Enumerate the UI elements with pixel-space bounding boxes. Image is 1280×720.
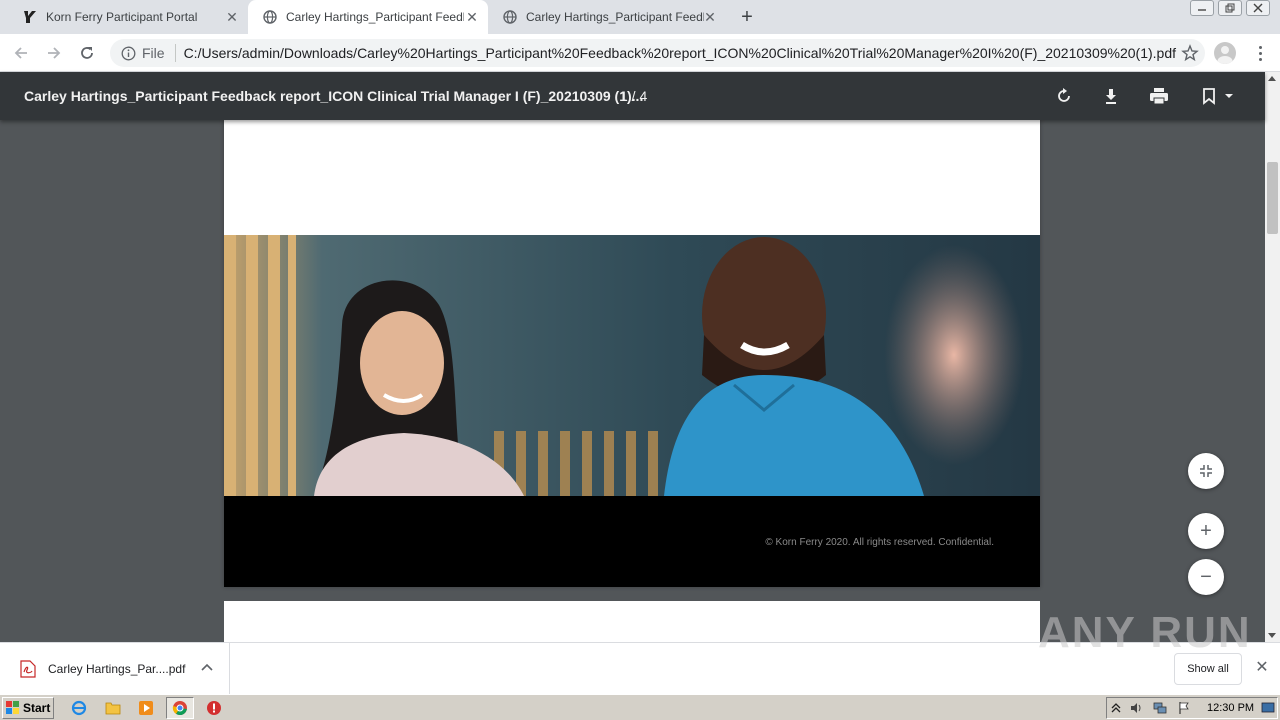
tab-close-icon[interactable]: ✕ [224,9,240,25]
browser-toolbar: File C:/Users/admin/Downloads/Carley%20H… [0,34,1280,72]
forward-arrow-icon [48,47,61,59]
reload-icon [81,47,93,59]
cover-photo [224,235,1040,496]
internet-explorer-icon[interactable] [70,699,88,717]
network-icon[interactable] [1153,701,1167,715]
page-footer: © Korn Ferry 2020. All rights reserved. … [224,496,1040,587]
windows-logo-icon [6,701,19,714]
start-button[interactable]: Start [2,697,54,719]
print-icon[interactable] [1148,85,1170,107]
tray-expand-icon[interactable] [1109,701,1123,715]
download-file-name: Carley Hartings_Par....pdf [48,662,186,676]
forward-button[interactable] [43,42,65,64]
tab-close-icon[interactable]: ✕ [702,9,718,25]
back-button[interactable] [10,42,32,64]
tab-title: Carley Hartings_Participant Feedback rep… [526,10,704,24]
system-tray: 12:30 PM [1106,697,1278,719]
pdf-document-title: Carley Hartings_Participant Feedback rep… [24,88,644,104]
taskbar-clock[interactable]: 12:30 PM [1207,702,1254,714]
close-window-button[interactable] [1246,0,1270,16]
tab-pdf-second[interactable]: Carley Hartings_Participant Feedback rep… [488,0,726,34]
pdf-viewer-toolbar: Carley Hartings_Participant Feedback rep… [0,72,1265,120]
profile-avatar-icon[interactable] [1214,42,1236,64]
copyright-text: © Korn Ferry 2020. All rights reserved. … [765,537,994,548]
omnibox-divider [174,44,176,62]
browser-menu-icon[interactable] [1250,42,1270,64]
anyrun-watermark: ANY RUN [1038,608,1252,657]
address-bar[interactable]: File C:/Users/admin/Downloads/Carley%20H… [110,39,1205,67]
close-icon[interactable]: ✕ [1254,660,1270,676]
rotate-icon[interactable] [1053,85,1075,107]
url-scheme-label: File [142,45,165,61]
antivirus-stop-icon[interactable] [205,699,223,717]
globe-icon [502,9,518,25]
tab-strip: Korn Ferry Participant Portal ✕ Carley H… [0,0,1280,34]
restore-button[interactable] [1218,0,1242,16]
page-indicator[interactable]: 1 / 4 [620,88,647,104]
korn-ferry-favicon-icon [22,9,38,25]
fit-to-page-button[interactable] [1188,453,1224,489]
window-controls [1190,0,1270,16]
pdf-viewer-area[interactable]: © Korn Ferry 2020. All rights reserved. … [0,120,1265,642]
tab-title: Korn Ferry Participant Portal [46,10,198,24]
windows-taskbar: Start 12:30 PM [0,694,1280,720]
pdf-page-2 [224,601,1040,642]
bookmark-star-icon[interactable] [1181,44,1199,62]
new-tab-button[interactable]: + [737,7,757,27]
zoom-in-button[interactable]: + [1188,513,1224,549]
media-player-icon[interactable] [137,699,155,717]
scroll-thumb[interactable] [1267,162,1278,234]
screen: Korn Ferry Participant Portal ✕ Carley H… [0,0,1280,720]
tab-title: Carley Hartings_Participant Feedback rep… [286,10,464,24]
url-text[interactable]: C:/Users/admin/Downloads/Carley%20Hartin… [184,45,1184,61]
download-item[interactable]: Carley Hartings_Par....pdf [0,643,230,695]
start-label: Start [23,701,51,715]
action-center-flag-icon[interactable] [1177,701,1191,715]
tab-pdf-active[interactable]: Carley Hartings_Participant Feedback rep… [248,0,488,34]
reload-button[interactable] [76,42,98,64]
chrome-taskbar-icon[interactable] [166,697,194,719]
pdf-file-icon [20,660,36,678]
info-icon[interactable] [120,45,136,61]
download-icon[interactable] [1100,85,1122,107]
scroll-up-icon[interactable] [1268,76,1276,81]
show-desktop-icon[interactable] [1261,701,1275,715]
scroll-down-icon[interactable] [1268,633,1276,638]
tab-close-icon[interactable]: ✕ [464,9,480,25]
zoom-out-button[interactable]: − [1188,559,1224,595]
pdf-scrollbar[interactable] [1265,72,1280,642]
file-explorer-icon[interactable] [104,699,122,717]
back-arrow-icon [14,47,27,59]
minimize-button[interactable] [1190,0,1214,16]
volume-icon[interactable] [1129,701,1143,715]
fit-to-page-icon [1200,465,1212,477]
globe-icon [262,9,278,25]
pdf-page-1: © Korn Ferry 2020. All rights reserved. … [224,120,1040,587]
tab-korn-ferry-portal[interactable]: Korn Ferry Participant Portal ✕ [8,0,248,34]
bookmark-icon[interactable] [1197,85,1237,107]
chevron-up-icon[interactable] [200,661,214,675]
